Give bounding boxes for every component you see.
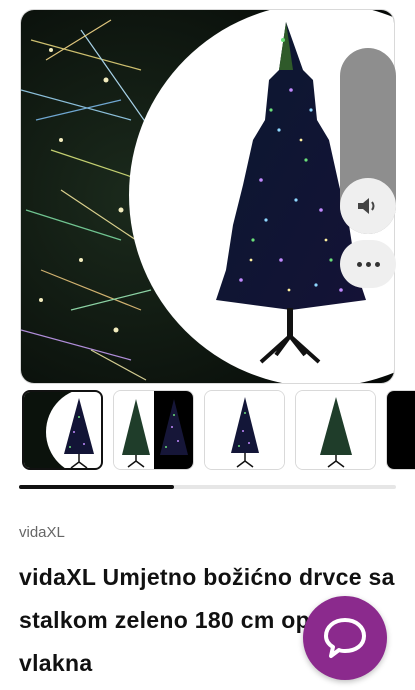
product-brand[interactable]: vidaXL [19,524,65,541]
thumbnail-image [24,392,101,468]
thumbnail-2[interactable] [113,390,194,470]
product-page: vidaXL vidaXL Umjetno božićno drvce sa s… [0,0,415,690]
more-dots-icon [356,261,362,267]
thumbnail-5[interactable] [386,390,415,470]
scrollbar-thumb[interactable] [19,485,174,489]
thumbnail-image [205,391,284,469]
speaker-icon [358,198,375,214]
chat-button[interactable] [303,596,387,680]
thumbnail-4[interactable] [295,390,376,470]
main-product-image[interactable] [20,9,395,384]
thumbnail-strip[interactable] [22,390,415,470]
thumbnail-3[interactable] [204,390,285,470]
media-control-panel [340,48,396,234]
tree-photo [21,10,394,383]
chat-bubble-icon [324,618,366,658]
more-options-button[interactable] [340,240,396,288]
thumbnail-1[interactable] [22,390,103,470]
sound-toggle-button[interactable] [340,178,396,234]
thumbnail-scrollbar[interactable] [19,485,396,489]
more-dot [374,261,380,267]
thumbnail-image [296,391,375,469]
thumbnail-image [114,391,193,469]
more-dot [365,261,371,267]
thumbnail-image [387,391,415,469]
